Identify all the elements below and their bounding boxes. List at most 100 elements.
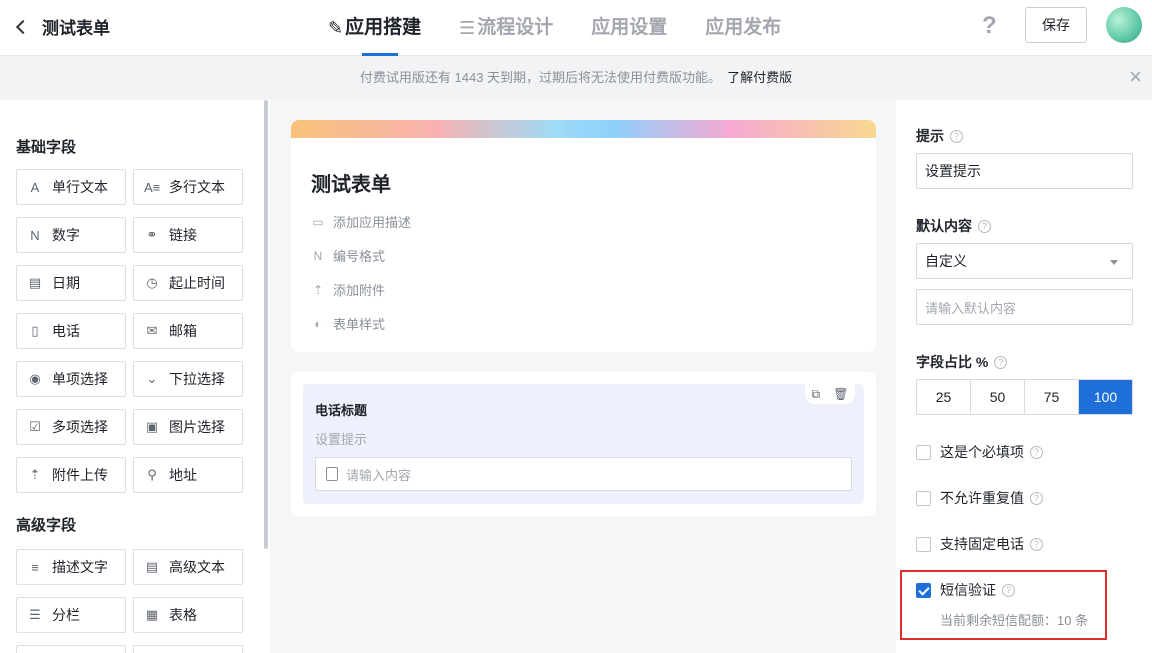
avatar[interactable] — [1106, 7, 1142, 43]
question-label: 电话标题 — [315, 403, 368, 418]
form-style-option[interactable]: ◐ 表单样式 — [311, 314, 385, 333]
field-link[interactable]: ⚭ 链接 — [133, 217, 243, 253]
tab-app-publish[interactable]: 应用发布 — [705, 0, 781, 56]
tab-label: 流程设计 — [477, 17, 554, 38]
field-time-range[interactable]: ◷ 起止时间 — [133, 265, 243, 301]
field-palette: 基础字段 A 单行文本 A≡ 多行文本 N 数字 ⚭ 链接 ▤ 日期 ◷ 起止时间 ▯ 电话 … — [0, 100, 270, 653]
field-label: 日期 — [52, 275, 80, 291]
field-phone[interactable]: ▯ 电话 — [16, 313, 126, 349]
hint-label-text: 提示 — [916, 128, 944, 144]
top-bar: 测试表单 ✎ 应用搭建 ☰ 流程设计 应用设置 应用发布 ? 保存 — [0, 0, 1152, 56]
hint-label: 提示? — [916, 126, 963, 146]
add-attachment-option[interactable]: ⇡ 添加附件 — [311, 280, 385, 299]
number-icon: N — [30, 227, 40, 243]
trash-icon[interactable]: 🗑 — [833, 387, 848, 401]
highlight-box — [900, 570, 1107, 640]
trial-notice-bar: 付费试用版还有 1443 天到期，过期后将无法使用付费版功能。 了解付费版 × — [0, 57, 1152, 99]
field-ratio-label-text: 字段占比 % — [916, 354, 989, 370]
field-more-2[interactable] — [133, 645, 243, 653]
required-checkbox[interactable]: 这是个必填项? — [916, 442, 1043, 462]
checkbox-box — [916, 536, 931, 552]
phone-input[interactable]: 请输入内容 — [315, 457, 852, 491]
form-title: 测试表单 — [42, 19, 110, 38]
comment-icon: ▭ — [312, 214, 324, 229]
field-multi-choice[interactable]: ☑ 多项选择 — [16, 409, 126, 445]
tab-label: 应用设置 — [591, 17, 668, 38]
phone-input-placeholder: 请输入内容 — [346, 467, 412, 483]
clock-icon: ◷ — [146, 275, 158, 290]
mail-icon: ✉ — [146, 323, 158, 338]
tab-label: 应用搭建 — [345, 17, 422, 38]
field-date[interactable]: ▤ 日期 — [16, 265, 126, 301]
radio-icon: ◉ — [29, 371, 41, 386]
number-icon: N — [313, 248, 323, 263]
question-icon: ? — [994, 355, 1008, 369]
tab-process-design[interactable]: ☰ 流程设计 — [459, 0, 553, 56]
palette-scrollbar[interactable] — [264, 100, 268, 549]
advanced-fields-title: 高级字段 — [16, 517, 77, 534]
save-button[interactable]: 保存 — [1025, 7, 1087, 43]
tab-app-settings[interactable]: 应用设置 — [591, 0, 667, 56]
field-label: 单项选择 — [52, 371, 108, 387]
checkbox-label: 不允许重复值 — [940, 490, 1024, 506]
field-label: 下拉选择 — [169, 371, 225, 387]
ratio-option-100[interactable]: 100 — [1079, 380, 1132, 414]
ratio-option-75[interactable]: 75 — [1025, 380, 1079, 414]
copy-icon[interactable]: ⧉ — [812, 387, 821, 402]
checkbox-label: 这是个必填项 — [940, 444, 1024, 460]
field-ratio-label: 字段占比 %? — [916, 352, 1008, 372]
field-multi-line-text[interactable]: A≡ 多行文本 — [133, 169, 243, 205]
phone-question[interactable]: ⧉ 🗑 电话标题 设置提示 请输入内容 — [303, 384, 864, 504]
field-number[interactable]: N 数字 — [16, 217, 126, 253]
field-ratio-selector: 25 50 75 100 — [916, 379, 1133, 415]
checkbox-box — [916, 490, 931, 506]
calendar-icon: ▤ — [28, 275, 42, 290]
question-hint: 设置提示 — [315, 432, 368, 447]
field-email[interactable]: ✉ 邮箱 — [133, 313, 243, 349]
upload-icon: ⇡ — [29, 467, 41, 482]
field-label: 多行文本 — [169, 179, 225, 195]
field-label: 表格 — [169, 607, 197, 623]
field-address[interactable]: ⚲ 地址 — [133, 457, 243, 493]
ratio-option-25[interactable]: 25 — [917, 380, 971, 414]
tab-app-build[interactable]: ✎ 应用搭建 — [328, 0, 421, 56]
add-description-option[interactable]: ▭ 添加应用描述 — [311, 212, 411, 231]
landline-checkbox[interactable]: 支持固定电话? — [916, 534, 1043, 554]
field-table[interactable]: ▦ 表格 — [133, 597, 243, 633]
field-label: 分栏 — [52, 607, 80, 623]
field-dropdown[interactable]: ⌄ 下拉选择 — [133, 361, 243, 397]
image-icon: ▣ — [145, 419, 159, 434]
chevron-left-icon — [15, 19, 31, 34]
field-label: 起止时间 — [169, 275, 225, 291]
canvas-form-title[interactable]: 测试表单 — [311, 168, 391, 197]
close-icon[interactable]: × — [1129, 57, 1142, 97]
checkbox-icon: ☑ — [29, 419, 41, 434]
caret-down-icon — [1110, 260, 1118, 265]
back-button[interactable]: 测试表单 — [14, 14, 110, 39]
question-card: ⧉ 🗑 电话标题 设置提示 请输入内容 — [291, 372, 876, 516]
field-label: 描述文字 — [52, 559, 108, 575]
field-attachment[interactable]: ⇡ 附件上传 — [16, 457, 126, 493]
default-content-label: 默认内容? — [916, 216, 991, 236]
field-label: 数字 — [52, 227, 80, 243]
pricing-link[interactable]: 了解付费版 — [727, 70, 792, 85]
field-single-line-text[interactable]: A 单行文本 — [16, 169, 126, 205]
field-columns[interactable]: ☰ 分栏 — [16, 597, 126, 633]
checkbox-label: 支持固定电话 — [940, 536, 1024, 552]
main-tabs: ✎ 应用搭建 ☰ 流程设计 应用设置 应用发布 — [328, 0, 819, 56]
help-icon[interactable]: ? — [982, 12, 997, 40]
no-duplicate-checkbox[interactable]: 不允许重复值? — [916, 488, 1043, 508]
default-content-select[interactable]: 自定义 — [916, 243, 1133, 279]
default-content-input[interactable]: 请输入默认内容 — [916, 289, 1133, 325]
number-format-option[interactable]: N 编号格式 — [311, 246, 385, 265]
question-icon: ? — [950, 129, 963, 143]
field-single-choice[interactable]: ◉ 单项选择 — [16, 361, 126, 397]
field-rich-text[interactable]: ▤ 高级文本 — [133, 549, 243, 585]
link-icon: ⚭ — [146, 227, 158, 242]
field-description-text[interactable]: ≡ 描述文字 — [16, 549, 126, 585]
ratio-option-50[interactable]: 50 — [971, 380, 1025, 414]
field-more-1[interactable] — [16, 645, 126, 653]
hint-input[interactable]: 设置提示 — [916, 153, 1133, 189]
field-image-choice[interactable]: ▣ 图片选择 — [133, 409, 243, 445]
location-icon: ⚲ — [147, 467, 157, 482]
